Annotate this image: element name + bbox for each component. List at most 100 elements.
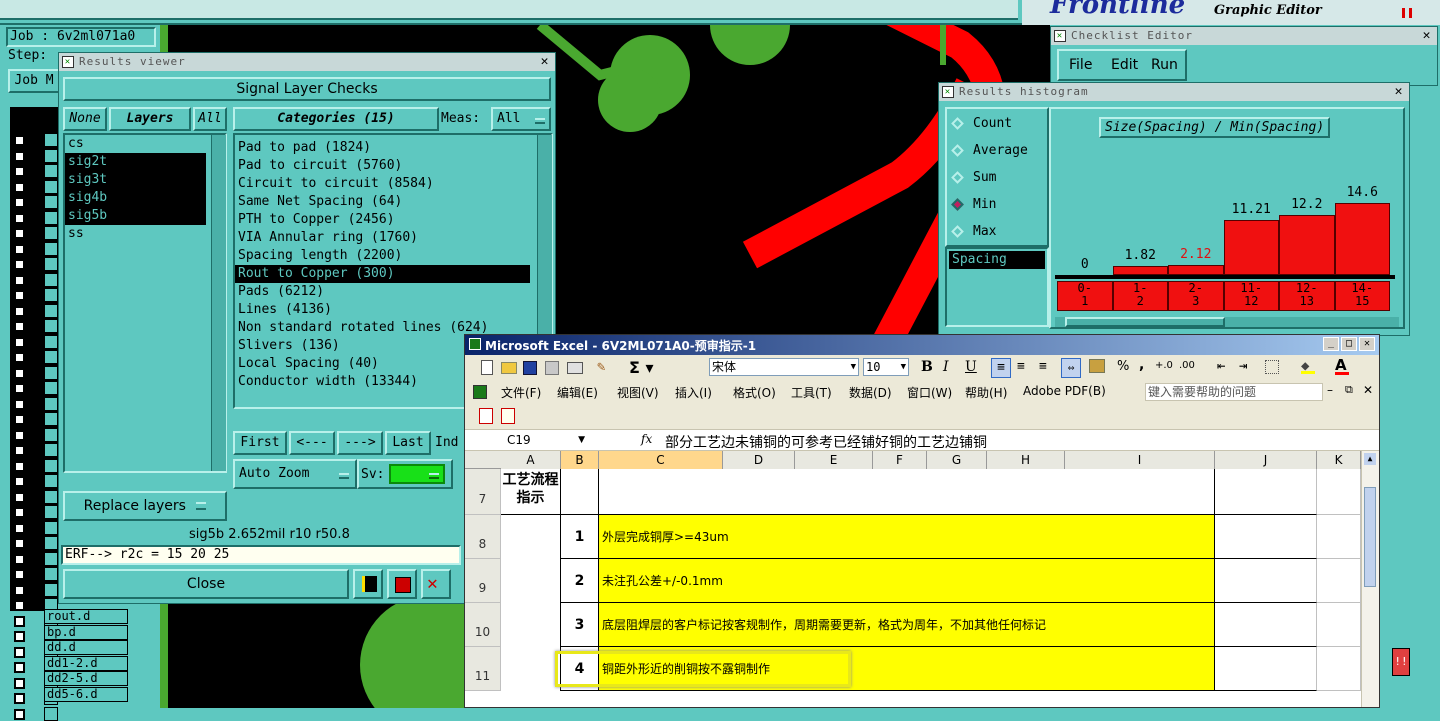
format-painter-icon[interactable]: ✎ — [597, 359, 611, 375]
tool-icon-3[interactable]: ✕ — [421, 569, 451, 599]
bar-range-label[interactable]: 1- 2 — [1112, 281, 1168, 311]
font-size-box[interactable]: 10 ▼ — [863, 358, 909, 376]
layer-cell[interactable] — [44, 381, 58, 395]
autosum-icon[interactable]: Σ ▾ — [629, 358, 654, 377]
layer-list-item[interactable]: sig5b — [65, 207, 206, 225]
layer-cell[interactable] — [44, 148, 58, 163]
layer-checkbox[interactable] — [14, 600, 25, 611]
align-center-icon[interactable]: ≡ — [1017, 358, 1025, 376]
histogram-option[interactable]: Count — [951, 115, 1047, 135]
cell-number[interactable]: 3 — [561, 603, 599, 647]
layer-checkbox[interactable] — [14, 646, 25, 658]
cell-a[interactable] — [501, 515, 561, 559]
column-header[interactable]: E — [795, 451, 873, 469]
row-header[interactable]: 8 — [465, 515, 501, 559]
cell-number[interactable]: 2 — [561, 559, 599, 603]
layer-cell[interactable] — [44, 474, 58, 488]
close-icon[interactable]: ✕ — [1420, 29, 1434, 43]
categories-button[interactable]: Categories (15) — [233, 107, 439, 131]
layer-checkbox[interactable] — [14, 336, 25, 348]
layer-cell[interactable] — [44, 164, 58, 178]
underline-button[interactable]: U — [965, 359, 977, 375]
layer-list-item[interactable]: ss — [65, 225, 206, 243]
cell-j[interactable] — [1215, 515, 1317, 559]
layer-cell[interactable] — [44, 520, 58, 535]
all-layers-button[interactable]: All — [193, 107, 227, 131]
excel-menu-item[interactable]: 格式(O) — [733, 384, 776, 401]
layer-checkbox[interactable] — [14, 181, 25, 193]
layer-name[interactable]: dd5-6.d — [44, 686, 128, 702]
category-item[interactable]: Rout to Copper (300) — [235, 265, 530, 283]
column-header[interactable]: F — [873, 451, 927, 469]
category-item[interactable]: Pad to pad (1824) — [235, 139, 530, 157]
histogram-option[interactable]: Average — [951, 142, 1047, 162]
layer-checkbox[interactable] — [14, 429, 25, 441]
layer-cell[interactable] — [44, 396, 58, 411]
layer-checkbox[interactable] — [14, 228, 25, 239]
first-button[interactable]: First — [233, 431, 287, 455]
menu-run[interactable]: Run — [1151, 57, 1178, 73]
layer-checkbox[interactable] — [14, 243, 25, 255]
layer-checkbox[interactable] — [14, 197, 25, 208]
align-right-icon[interactable]: ≡ — [1039, 358, 1047, 376]
histogram-option[interactable]: Min — [951, 196, 1047, 216]
new-icon[interactable] — [481, 360, 493, 375]
cell-j[interactable] — [1215, 603, 1317, 647]
category-item[interactable]: Lines (4136) — [235, 301, 530, 319]
histogram-bar[interactable] — [1223, 219, 1279, 275]
layer-checkbox[interactable] — [14, 398, 25, 410]
layer-cell[interactable] — [44, 179, 58, 194]
category-item[interactable]: VIA Annular ring (1760) — [235, 229, 530, 247]
print-icon[interactable] — [567, 362, 583, 374]
layer-checkbox[interactable] — [14, 553, 25, 565]
layer-name[interactable]: dd1-2.d — [44, 655, 128, 671]
layer-checkbox[interactable] — [14, 414, 25, 425]
merge-center-icon[interactable]: ⇔ — [1061, 358, 1081, 378]
none-button[interactable]: None — [63, 107, 107, 131]
layer-checkbox[interactable] — [14, 352, 25, 363]
excel-menu-item[interactable]: 工具(T) — [791, 384, 832, 401]
histogram-bar[interactable] — [1334, 203, 1390, 275]
layer-name[interactable]: rout.d — [44, 609, 128, 624]
excel-menu-item[interactable]: 文件(F) — [501, 384, 541, 401]
cell-k[interactable] — [1317, 603, 1361, 647]
cell-k[interactable] — [1317, 647, 1361, 691]
prev-button[interactable]: <--- — [289, 431, 335, 455]
layer-cell[interactable] — [44, 319, 58, 333]
layer-list-item[interactable]: cs — [65, 135, 206, 153]
category-item[interactable]: Pad to circuit (5760) — [235, 157, 530, 175]
layer-checkbox[interactable] — [14, 662, 25, 673]
meas-dropdown[interactable]: All — [491, 107, 551, 131]
layer-checkbox[interactable] — [14, 677, 25, 689]
layer-cell[interactable] — [44, 257, 58, 271]
layer-cell[interactable] — [44, 241, 58, 256]
hist-scroll-thumb[interactable] — [1065, 317, 1225, 327]
layer-list-item[interactable]: sig3t — [65, 171, 206, 189]
excel-menu-item[interactable]: 数据(D) — [849, 384, 892, 401]
fill-color-icon[interactable]: ◆ — [1301, 358, 1315, 374]
cell-j[interactable] — [1215, 559, 1317, 603]
layer-cell[interactable] — [44, 226, 58, 240]
menu-file[interactable]: File — [1069, 57, 1092, 73]
layer-cell[interactable] — [44, 365, 58, 380]
layer-cell[interactable] — [44, 303, 58, 318]
layer-cell[interactable] — [44, 195, 58, 209]
bar-range-label[interactable]: 14- 15 — [1334, 281, 1390, 311]
cell-number[interactable]: 1 — [561, 515, 599, 559]
layer-checkbox[interactable] — [14, 445, 25, 456]
layer-cell[interactable] — [44, 567, 58, 581]
layer-checkbox[interactable] — [14, 615, 25, 627]
histogram-option[interactable]: Sum — [951, 169, 1047, 189]
doc-close-button[interactable]: ✕ — [1363, 383, 1373, 397]
excel-menu-item[interactable]: Adobe PDF(B) — [1023, 384, 1106, 398]
layer-checkbox[interactable] — [14, 708, 25, 720]
tool-icon-1[interactable] — [353, 569, 383, 599]
comma-icon[interactable]: , — [1139, 357, 1144, 373]
save-icon[interactable] — [523, 361, 537, 375]
excel-menu-item[interactable]: 编辑(E) — [557, 384, 598, 401]
row-header[interactable]: 11 — [465, 647, 501, 691]
cell-a[interactable] — [501, 647, 561, 691]
italic-button[interactable]: I — [943, 359, 949, 375]
layer-name[interactable]: dd.d — [44, 640, 128, 655]
cell-instruction[interactable]: 外层完成铜厚>=43um — [599, 515, 1215, 559]
